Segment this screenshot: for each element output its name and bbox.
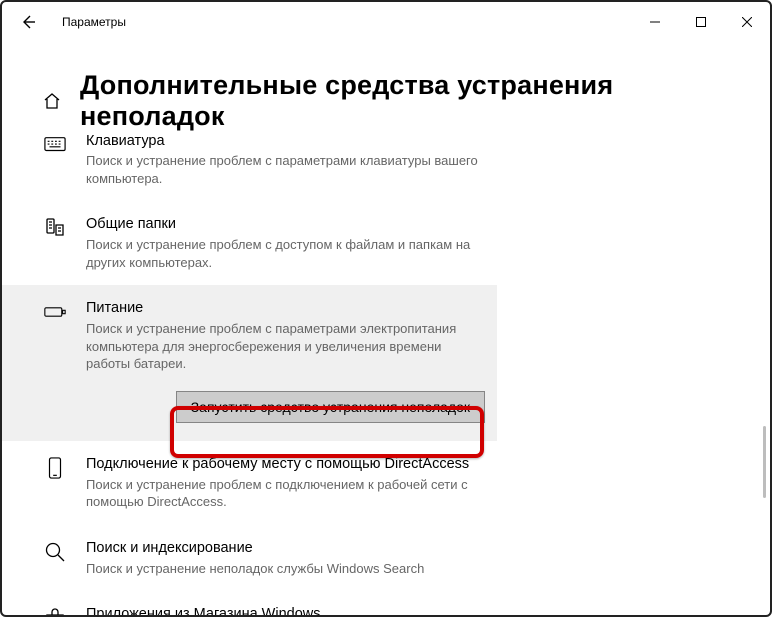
item-name: Питание [86, 299, 485, 318]
back-button[interactable] [18, 12, 38, 32]
item-description: Поиск и устранение проблем с параметрами… [86, 320, 485, 373]
window-controls [632, 6, 770, 38]
item-name: Приложения из Магазина Windows [86, 605, 485, 615]
troubleshooter-item[interactable]: Приложения из Магазина Windows [2, 591, 497, 615]
item-texts: Приложения из Магазина Windows [86, 605, 485, 615]
item-description: Поиск и устранение проблем с доступом к … [86, 236, 485, 271]
shared-icon [42, 217, 68, 271]
troubleshooter-item[interactable]: КлавиатураПоиск и устранение проблем с п… [2, 118, 497, 202]
minimize-button[interactable] [632, 6, 678, 38]
item-texts: Общие папки Поиск и устранение проблем с … [86, 215, 485, 271]
app-title: Параметры [62, 15, 126, 29]
troubleshooter-item[interactable]: Общие папки Поиск и устранение проблем с … [2, 201, 497, 285]
scrollbar-thumb[interactable] [763, 426, 766, 498]
maximize-button[interactable] [678, 6, 724, 38]
item-description: Поиск и устранение неполадок службы Wind… [86, 560, 485, 578]
home-icon[interactable] [42, 91, 62, 111]
item-texts: Поиск и индексирование Поиск и устранение… [86, 539, 485, 577]
store-icon [42, 607, 68, 615]
titlebar: Параметры [2, 2, 770, 42]
item-texts: КлавиатураПоиск и устранение проблем с п… [86, 132, 485, 188]
run-troubleshooter-button[interactable]: Запустить средство устранения неполадок [176, 391, 485, 423]
item-texts: Подключение к рабочему месту с помощью D… [86, 455, 485, 511]
item-name: Поиск и индексирование [86, 539, 485, 558]
item-name: Клавиатура [86, 132, 485, 151]
item-description: Поиск и устранение проблем с параметрами… [86, 152, 485, 187]
item-texts: Питание Поиск и устранение проблем с пара… [86, 299, 485, 422]
troubleshooter-item[interactable]: Поиск и устранение неполадок при записи … [2, 110, 497, 118]
keyboard-icon [42, 134, 68, 188]
item-description: Поиск и устранение проблем с подключение… [86, 476, 485, 511]
content-scroll[interactable]: Поиск и устранение неполадок при записи … [2, 110, 770, 615]
power-icon [42, 301, 68, 422]
item-name: Общие папки [86, 215, 485, 234]
item-name: Подключение к рабочему месту с помощью D… [86, 455, 485, 474]
search-icon [42, 541, 68, 577]
troubleshooter-item[interactable]: Питание Поиск и устранение проблем с пара… [2, 285, 497, 440]
close-button[interactable] [724, 6, 770, 38]
troubleshooter-item[interactable]: Подключение к рабочему месту с помощью D… [2, 441, 497, 525]
phone-icon [42, 457, 68, 511]
troubleshooter-item[interactable]: Поиск и индексирование Поиск и устранение… [2, 525, 497, 591]
